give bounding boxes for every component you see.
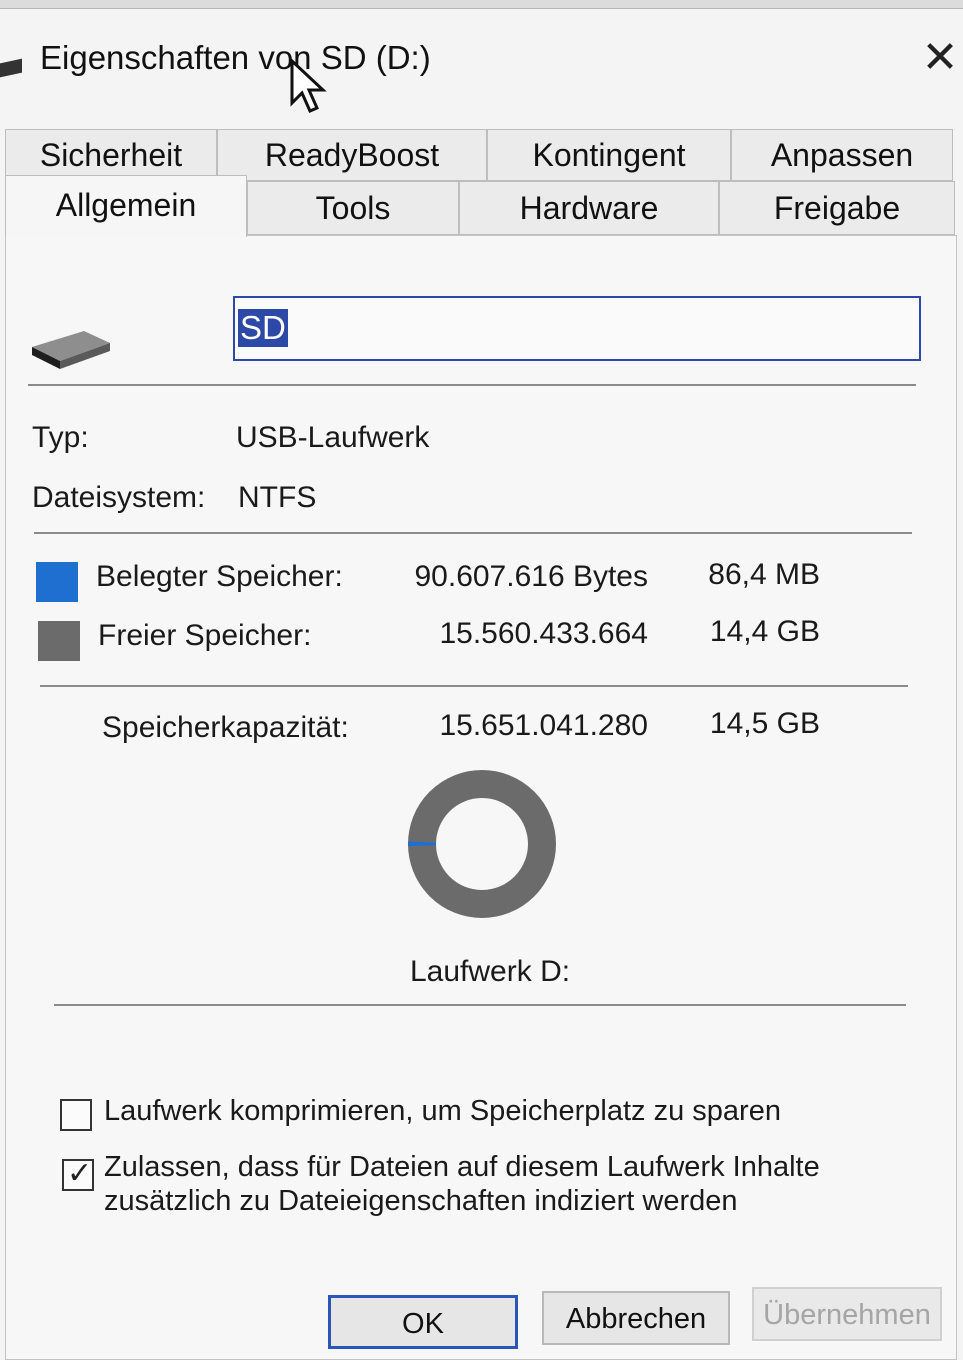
checkmark-icon: ✓ <box>67 1157 92 1191</box>
free-space-size: 14,4 GB <box>690 615 820 649</box>
type-label: Typ: <box>32 421 89 455</box>
tab-freigabe[interactable]: Freigabe <box>719 181 955 235</box>
ok-button[interactable]: OK <box>328 1295 518 1349</box>
divider <box>40 685 908 687</box>
divider <box>28 384 916 386</box>
divider <box>54 1004 906 1006</box>
capacity-size: 14,5 GB <box>690 707 820 741</box>
tab-tools[interactable]: Tools <box>247 181 459 235</box>
used-space-bytes: 90.607.616 Bytes <box>380 560 648 594</box>
mouse-cursor-icon <box>290 59 330 119</box>
index-label-line2[interactable]: zusätzlich zu Dateieigenschaften indizie… <box>104 1185 738 1218</box>
compress-checkbox[interactable] <box>60 1099 92 1131</box>
title-bar: Eigenschaften von SD (D:) ✕ <box>0 9 963 124</box>
index-checkbox[interactable]: ✓ <box>62 1159 94 1191</box>
tab-kontingent[interactable]: Kontingent <box>487 129 731 181</box>
used-space-label: Belegter Speicher: <box>96 560 343 594</box>
type-value: USB-Laufwerk <box>236 421 429 455</box>
tab-sicherheit[interactable]: Sicherheit <box>5 129 217 181</box>
free-space-bytes: 15.560.433.664 <box>400 617 648 651</box>
apply-button[interactable]: Übernehmen <box>752 1287 942 1341</box>
usb-drive-icon <box>30 327 112 371</box>
filesystem-label: Dateisystem: <box>32 481 205 515</box>
properties-dialog: Eigenschaften von SD (D:) ✕ Sicherheit R… <box>0 8 963 1360</box>
tab-anpassen[interactable]: Anpassen <box>731 129 953 181</box>
compress-label[interactable]: Laufwerk komprimieren, um Speicherplatz … <box>104 1095 781 1128</box>
tab-hardware[interactable]: Hardware <box>459 181 719 235</box>
free-space-label: Freier Speicher: <box>98 619 311 653</box>
close-button[interactable]: ✕ <box>915 33 963 83</box>
cancel-button[interactable]: Abbrechen <box>542 1291 730 1345</box>
capacity-bytes: 15.651.041.280 <box>400 709 648 743</box>
used-space-swatch <box>36 562 78 602</box>
window-title: Eigenschaften von SD (D:) <box>40 39 431 77</box>
used-space-size: 86,4 MB <box>690 558 820 592</box>
free-space-swatch <box>38 621 80 661</box>
capacity-label: Speicherkapazität: <box>102 711 349 745</box>
drive-letter-label: Laufwerk D: <box>410 955 570 989</box>
drive-name-input[interactable]: SD <box>233 296 921 361</box>
tab-readyboost[interactable]: ReadyBoost <box>217 129 487 181</box>
index-label-line1[interactable]: Zulassen, dass für Dateien auf diesem La… <box>104 1151 820 1184</box>
usage-ring-chart <box>404 769 560 919</box>
window-icon <box>0 59 22 78</box>
close-icon: ✕ <box>922 33 959 82</box>
divider <box>34 532 912 534</box>
filesystem-value: NTFS <box>238 481 316 515</box>
tab-allgemein[interactable]: Allgemein <box>5 175 247 237</box>
free-space-ring <box>422 784 542 904</box>
